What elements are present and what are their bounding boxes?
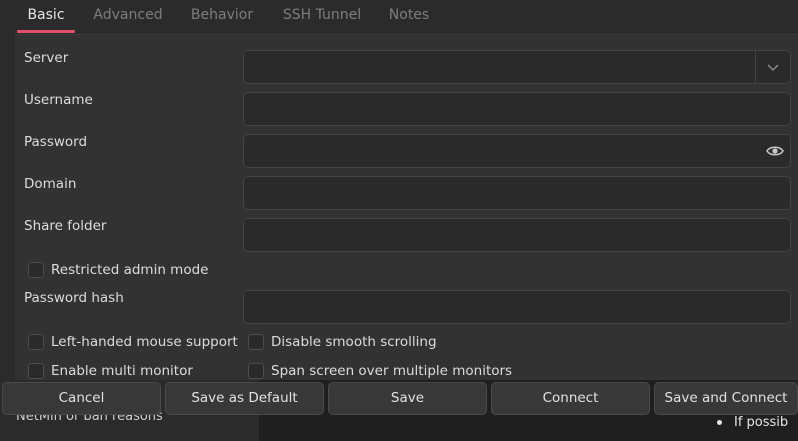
- tab-bar: Basic Advanced Behavior SSH Tunnel Notes: [0, 0, 798, 34]
- username-field[interactable]: [243, 92, 791, 126]
- cancel-button[interactable]: Cancel: [2, 382, 161, 415]
- password-hash-field[interactable]: [243, 290, 791, 324]
- multi-monitor-checkbox[interactable]: Enable multi monitor: [28, 363, 193, 379]
- tab-ssh-tunnel[interactable]: SSH Tunnel: [276, 0, 368, 34]
- save-as-default-button[interactable]: Save as Default: [165, 382, 324, 415]
- share-folder-label: Share folder: [24, 218, 107, 234]
- password-label: Password: [24, 134, 88, 150]
- checkbox-label: Left-handed mouse support: [51, 334, 238, 350]
- password-hash-label: Password hash: [24, 290, 124, 306]
- checkbox-box[interactable]: [28, 363, 44, 379]
- disable-smooth-scrolling-checkbox[interactable]: Disable smooth scrolling: [248, 334, 437, 350]
- eye-icon[interactable]: [766, 143, 784, 159]
- span-screen-checkbox[interactable]: Span screen over multiple monitors: [248, 363, 512, 379]
- username-label: Username: [24, 92, 93, 108]
- checkbox-label: Restricted admin mode: [51, 262, 209, 278]
- left-handed-checkbox[interactable]: Left-handed mouse support: [28, 334, 238, 350]
- checkbox-box[interactable]: [248, 334, 264, 350]
- basic-settings-panel: Server Username Password Domain Share fo…: [15, 34, 798, 382]
- checkbox-label: Span screen over multiple monitors: [271, 363, 513, 379]
- share-folder-field[interactable]: [243, 218, 791, 252]
- checkbox-box[interactable]: [28, 334, 44, 350]
- tab-advanced[interactable]: Advanced: [88, 0, 168, 34]
- domain-field[interactable]: [243, 176, 791, 210]
- checkbox-box[interactable]: [28, 262, 44, 278]
- checkbox-box[interactable]: [248, 363, 264, 379]
- tab-notes[interactable]: Notes: [381, 0, 437, 34]
- chevron-down-icon[interactable]: [766, 62, 780, 72]
- tab-behavior[interactable]: Behavior: [184, 0, 260, 34]
- bullet-icon: [717, 420, 722, 425]
- checkbox-label: Enable multi monitor: [51, 363, 193, 379]
- domain-label: Domain: [24, 176, 77, 192]
- password-field[interactable]: [243, 134, 791, 168]
- server-label: Server: [24, 50, 69, 66]
- restricted-admin-checkbox[interactable]: Restricted admin mode: [28, 262, 208, 278]
- save-and-connect-button[interactable]: Save and Connect: [654, 382, 798, 415]
- save-button[interactable]: Save: [328, 382, 487, 415]
- server-combobox[interactable]: [243, 50, 791, 84]
- tab-basic[interactable]: Basic: [17, 0, 75, 34]
- connect-button[interactable]: Connect: [491, 382, 650, 415]
- background-list-item: If possib: [717, 415, 788, 430]
- background-text: If possib: [734, 415, 789, 430]
- checkbox-label: Disable smooth scrolling: [271, 334, 437, 350]
- dropdown-separator: [755, 51, 756, 83]
- active-tab-indicator: [17, 30, 75, 33]
